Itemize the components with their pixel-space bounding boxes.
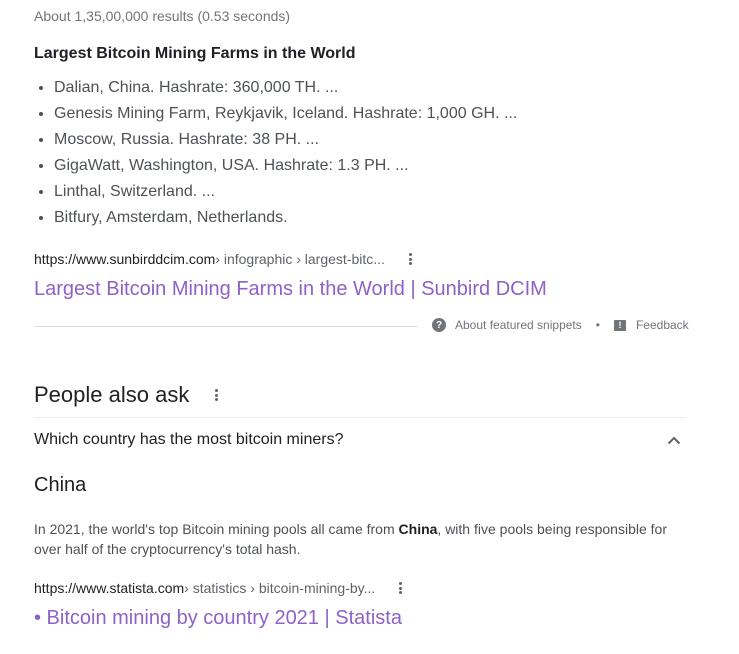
cite-path: › statistics › bitcoin-mining-by... [184, 580, 376, 596]
about-featured-snippets-link[interactable]: About featured snippets [455, 318, 582, 332]
kebab-icon[interactable] [209, 387, 225, 403]
question-circle-icon: ? [432, 318, 446, 332]
people-also-ask-divider [34, 417, 686, 418]
list-item: GigaWatt, Washington, USA. Hashrate: 1.3… [54, 154, 517, 180]
people-also-ask-header: People also ask [34, 382, 225, 408]
kebab-icon[interactable] [403, 251, 419, 267]
results-stats: About 1,35,00,000 results (0.53 seconds) [34, 8, 291, 24]
snippet-source-cite: https://www.sunbirddcim.com › infographi… [34, 251, 419, 267]
featured-snippet-title: Largest Bitcoin Mining Farms in the Worl… [34, 45, 356, 62]
featured-snippet-list: Dalian, China. Hashrate: 360,000 TH. ...… [34, 76, 517, 232]
answer-result-link[interactable]: • Bitcoin mining by country 2021 | Stati… [34, 607, 402, 630]
list-item: Genesis Mining Farm, Reykjavik, Iceland.… [54, 102, 517, 128]
people-also-ask-title: People also ask [34, 382, 190, 407]
snippet-footer: ? About featured snippets • ! Feedback [432, 318, 689, 332]
question-text: Which country has the most bitcoin miner… [34, 431, 344, 448]
kebab-icon[interactable] [393, 580, 409, 596]
answer-source-cite: https://www.statista.com › statistics › … [34, 580, 409, 596]
snippet-result-link[interactable]: Largest Bitcoin Mining Farms in the Worl… [34, 278, 547, 301]
answer-text-before: In 2021, the world's top Bitcoin mining … [34, 521, 399, 537]
list-item: Linthal, Switzerland. ... [54, 180, 517, 206]
chevron-up-icon[interactable] [662, 430, 686, 450]
list-item: Bitfury, Amsterdam, Netherlands. [54, 206, 517, 232]
cite-domain: https://www.sunbirddcim.com [34, 251, 216, 267]
list-item: Moscow, Russia. Hashrate: 38 PH. ... [54, 128, 517, 154]
cite-path: › infographic › largest-bitc... [215, 251, 385, 267]
answer-heading: China [34, 474, 87, 496]
cite-domain: https://www.statista.com [34, 580, 185, 596]
snippet-divider [34, 326, 418, 327]
feedback-icon: ! [613, 319, 626, 331]
feedback-link[interactable]: Feedback [636, 318, 689, 332]
list-item: Dalian, China. Hashrate: 360,000 TH. ... [54, 76, 517, 102]
answer-text-bold: China [398, 521, 438, 537]
separator-dot: • [595, 318, 600, 332]
question-accordion[interactable]: Which country has the most bitcoin miner… [34, 429, 686, 451]
answer-snippet: In 2021, the world's top Bitcoin mining … [34, 519, 684, 559]
